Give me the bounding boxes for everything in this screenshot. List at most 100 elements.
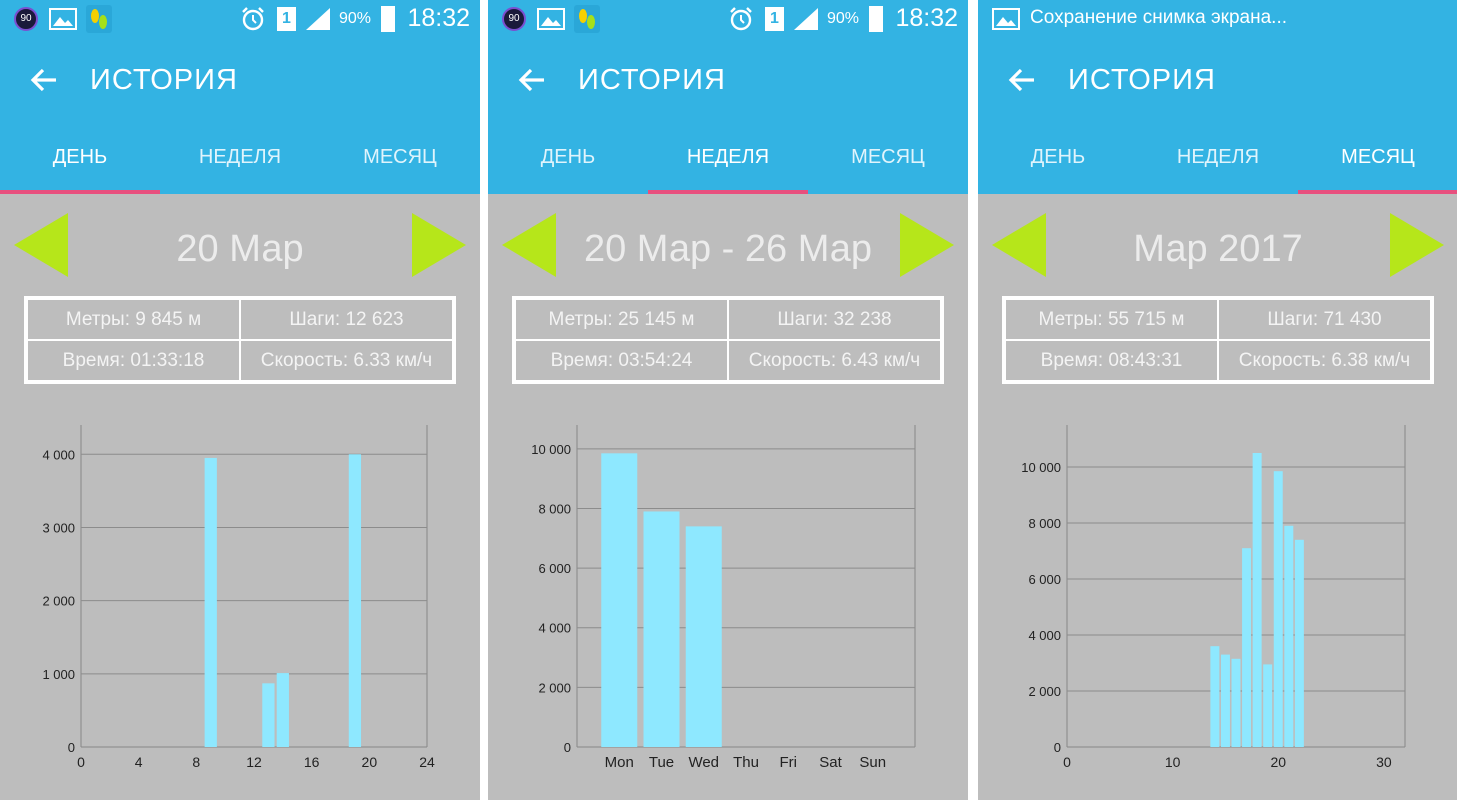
next-period-button[interactable]: [412, 213, 466, 277]
history-screen-1: 90 1 90% 18:32 ИСТОРИЯ ДЕНЬ НЕДЕЛЯ МЕСЯЦ 20…: [0, 0, 480, 800]
bar: [1273, 471, 1283, 747]
meters-stat: Метры: 9 845 м: [27, 299, 240, 340]
y-tick-label: 0: [1054, 740, 1061, 755]
y-tick-label: 1 000: [42, 667, 75, 682]
stats-grid: Метры: 55 715 м Шаги: 71 430 Время: 08:4…: [1002, 296, 1434, 384]
bar: [1263, 664, 1273, 747]
y-tick-label: 6 000: [538, 561, 571, 576]
status-bar: Сохранение снимка экрана...: [978, 0, 1457, 38]
x-tick-label: 0: [1063, 754, 1071, 770]
bar: [204, 457, 217, 747]
tab-month[interactable]: МЕСЯЦ: [320, 132, 480, 194]
y-tick-label: 6 000: [1028, 572, 1061, 587]
sim-number: 1: [770, 10, 779, 27]
x-tick-label: Sat: [819, 754, 842, 771]
status-bar: 90 1 90% 18:32: [0, 0, 480, 38]
clock: 18:32: [407, 4, 470, 32]
app-bar: ИСТОРИЯ ДЕНЬ НЕДЕЛЯ МЕСЯЦ: [978, 38, 1457, 194]
x-tick-label: 8: [192, 754, 200, 770]
x-tick-label: Thu: [733, 754, 759, 771]
tab-day[interactable]: ДЕНЬ: [488, 132, 648, 194]
x-tick-label: 20: [362, 754, 378, 770]
screen-title: ИСТОРИЯ: [1068, 64, 1216, 96]
tab-day[interactable]: ДЕНЬ: [978, 132, 1138, 194]
period-tabs: ДЕНЬ НЕДЕЛЯ МЕСЯЦ: [0, 132, 480, 194]
bar: [1242, 548, 1252, 747]
x-tick-label: 0: [77, 754, 85, 770]
y-tick-label: 4 000: [42, 447, 75, 462]
y-tick-label: 0: [564, 740, 571, 755]
speed-stat: Скорость: 6.38 км/ч: [1218, 340, 1431, 381]
bar: [1284, 525, 1294, 747]
badge-90-icon: 90: [14, 7, 38, 31]
y-tick-label: 3 000: [42, 520, 75, 535]
steps-stat: Шаги: 12 623: [240, 299, 453, 340]
back-arrow-icon[interactable]: [516, 64, 548, 96]
steps-stat: Шаги: 71 430: [1218, 299, 1431, 340]
x-tick-label: 24: [419, 754, 435, 770]
badge-90-icon: 90: [502, 7, 526, 31]
y-tick-label: 2 000: [1028, 684, 1061, 699]
next-period-button[interactable]: [900, 213, 954, 277]
battery-icon: [869, 6, 883, 32]
period-label: 20 Мар - 26 Мар: [583, 228, 873, 270]
image-icon: [992, 8, 1020, 30]
speed-stat: Скорость: 6.33 км/ч: [240, 340, 453, 381]
battery-icon: [381, 6, 395, 32]
bar: [276, 673, 289, 747]
x-tick-label: Fri: [780, 754, 798, 771]
y-tick-label: 4 000: [1028, 628, 1061, 643]
time-stat: Время: 03:54:24: [515, 340, 728, 381]
bar: [643, 511, 680, 747]
time-stat: Время: 01:33:18: [27, 340, 240, 381]
bar: [1294, 539, 1304, 747]
alarm-icon: [242, 7, 264, 31]
bar: [1231, 658, 1241, 747]
back-arrow-icon[interactable]: [1006, 64, 1038, 96]
bar: [685, 526, 722, 747]
x-tick-label: 20: [1270, 754, 1286, 770]
footprints-app-icon: [574, 5, 600, 33]
status-bar: 90 1 90% 18:32: [488, 0, 968, 38]
tab-day[interactable]: ДЕНЬ: [0, 132, 160, 194]
x-tick-label: 12: [246, 754, 262, 770]
back-arrow-icon[interactable]: [28, 64, 60, 96]
period-label: Мар 2017: [1133, 228, 1303, 270]
meters-stat: Метры: 25 145 м: [515, 299, 728, 340]
x-tick-label: Sun: [859, 754, 886, 771]
bar: [1220, 654, 1230, 747]
tab-month[interactable]: МЕСЯЦ: [1298, 132, 1457, 194]
speed-stat: Скорость: 6.43 км/ч: [728, 340, 941, 381]
sim-number: 1: [282, 10, 291, 27]
y-tick-label: 8 000: [538, 501, 571, 516]
image-icon: [49, 8, 77, 30]
app-bar: ИСТОРИЯ ДЕНЬ НЕДЕЛЯ МЕСЯЦ: [0, 38, 480, 194]
signal-icon: [306, 8, 330, 30]
x-tick-label: 30: [1376, 754, 1392, 770]
tab-week[interactable]: НЕДЕЛЯ: [160, 132, 320, 194]
y-tick-label: 2 000: [42, 594, 75, 609]
tab-month[interactable]: МЕСЯЦ: [808, 132, 968, 194]
steps-bar-chart: 0 1 000 2 000 3 000 4 000 0 4 8 12 16 20 24: [42, 425, 435, 770]
image-icon: [537, 8, 565, 30]
y-tick-label: 2 000: [538, 680, 571, 695]
period-label: 20 Мар: [176, 228, 304, 270]
footprints-app-icon: [86, 5, 112, 33]
steps-stat: Шаги: 32 238: [728, 299, 941, 340]
battery-percent: 90%: [339, 10, 372, 27]
period-tabs: ДЕНЬ НЕДЕЛЯ МЕСЯЦ: [978, 132, 1457, 194]
meters-stat: Метры: 55 715 м: [1005, 299, 1218, 340]
x-tick-label: Wed: [688, 754, 719, 771]
badge-text: 90: [20, 13, 32, 24]
next-period-button[interactable]: [1390, 213, 1444, 277]
time-stat: Время: 08:43:31: [1005, 340, 1218, 381]
y-tick-label: 4 000: [538, 621, 571, 636]
x-tick-label: 4: [135, 754, 143, 770]
period-tabs: ДЕНЬ НЕДЕЛЯ МЕСЯЦ: [488, 132, 968, 194]
y-tick-label: 8 000: [1028, 516, 1061, 531]
tab-week[interactable]: НЕДЕЛЯ: [1138, 132, 1298, 194]
bar: [1210, 646, 1220, 747]
bar: [601, 453, 638, 747]
x-tick-label: Mon: [605, 754, 634, 771]
tab-week[interactable]: НЕДЕЛЯ: [648, 132, 808, 194]
